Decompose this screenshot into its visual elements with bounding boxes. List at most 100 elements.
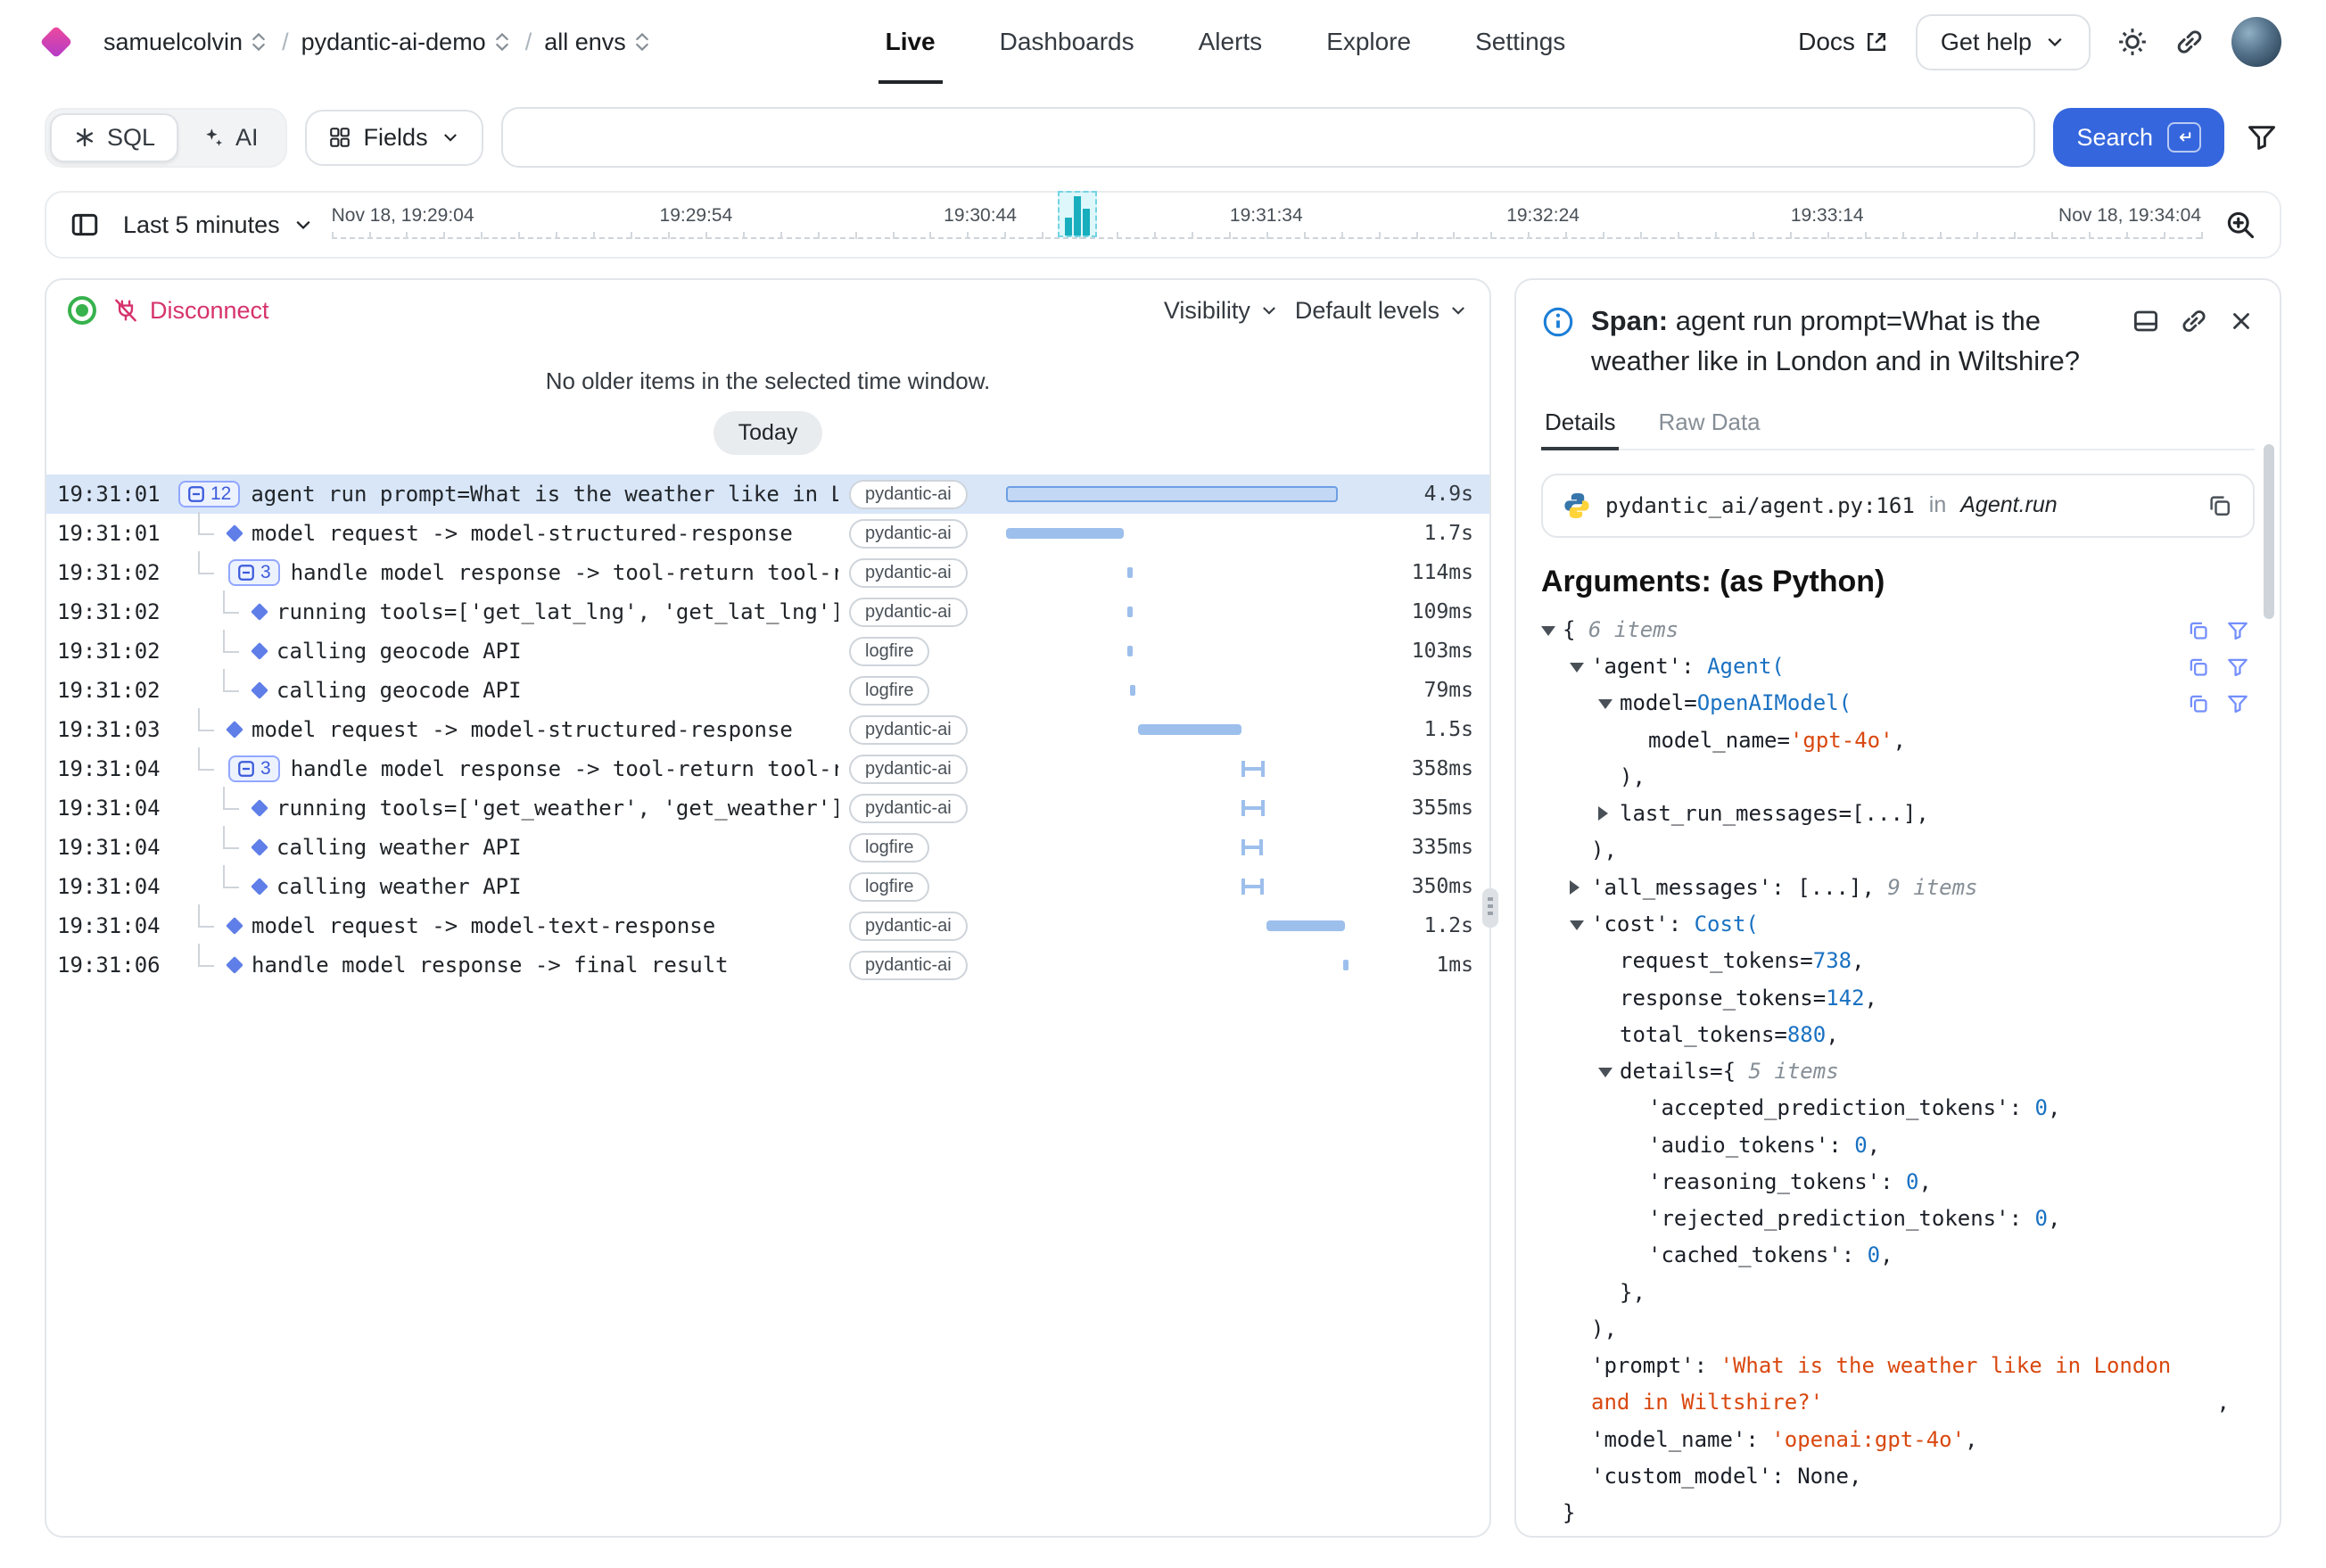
code-token: Agent( <box>1707 654 1785 679</box>
tab-explore[interactable]: Explore <box>1326 0 1411 84</box>
search-label: Search <box>2076 124 2153 152</box>
copy-link-icon[interactable] <box>2180 307 2208 335</box>
trace-row[interactable]: 19:31:04calling weather APIlogfire350ms <box>46 867 1489 906</box>
collapse-caret-icon[interactable] <box>1570 663 1584 673</box>
code-token: 'all_messages' <box>1591 875 1771 900</box>
docs-link[interactable]: Docs <box>1798 28 1889 56</box>
fields-button[interactable]: Fields <box>305 110 483 166</box>
breadcrumb-item-all-envs[interactable]: all envs <box>544 29 653 56</box>
code-token: { <box>1563 617 1575 642</box>
collapse-caret-icon[interactable] <box>1541 626 1555 636</box>
timeline-minor-tick <box>1266 232 1268 239</box>
expand-caret-icon[interactable] <box>1598 806 1608 821</box>
theme-sun-icon[interactable] <box>2117 27 2148 57</box>
code-token: , <box>2048 1206 2060 1231</box>
detail-tab-details[interactable]: Details <box>1541 398 1619 449</box>
enter-key-icon <box>2167 122 2201 153</box>
code-token: total_tokens= <box>1620 1022 1787 1047</box>
expand-collapse-badge[interactable]: 12 <box>178 481 240 508</box>
avatar[interactable] <box>2231 17 2281 67</box>
duration-bar <box>1006 486 1338 502</box>
zoom-in-icon[interactable] <box>2219 203 2262 246</box>
filter-icon[interactable] <box>2226 619 2249 642</box>
span-title: Span: agent run prompt=What is the weath… <box>1591 301 2116 382</box>
timeline-tick-label: Nov 18, 19:34:04 <box>2058 205 2201 227</box>
close-icon[interactable] <box>2228 307 2255 335</box>
source-file[interactable]: pydantic_ai/agent.py:161 <box>1605 493 1915 518</box>
collapse-caret-icon[interactable] <box>1570 920 1584 930</box>
trace-row[interactable]: 19:31:06handle model response -> final r… <box>46 945 1489 985</box>
trace-row[interactable]: 19:31:01model request -> model-structure… <box>46 514 1489 553</box>
timeline-minor-tick <box>481 232 483 239</box>
get-help-button[interactable]: Get help <box>1916 14 2091 70</box>
timeline-minor-tick <box>1304 232 1306 239</box>
collapse-caret-icon[interactable] <box>1598 1068 1613 1077</box>
duration-bar <box>1006 528 1124 539</box>
sql-mode-button[interactable]: SQL <box>50 113 178 162</box>
detail-tab-raw-data[interactable]: Raw Data <box>1654 398 1763 449</box>
expand-caret-icon[interactable] <box>1570 880 1580 895</box>
copy-icon[interactable] <box>2187 619 2210 642</box>
tab-settings[interactable]: Settings <box>1475 0 1565 84</box>
code-token: 0 <box>1854 1133 1867 1158</box>
filter-icon[interactable] <box>2226 656 2249 679</box>
collapse-caret-icon[interactable] <box>1598 699 1613 709</box>
empty-window-notice: No older items in the selected time wind… <box>46 367 1489 395</box>
code-token: model_name= <box>1648 728 1790 753</box>
copy-icon[interactable] <box>2187 656 2210 679</box>
copy-icon[interactable] <box>2206 492 2233 519</box>
time-range-select[interactable]: Last 5 minutes <box>123 211 314 239</box>
duration-bar <box>1127 607 1133 617</box>
duration-bar-track <box>1002 749 1359 788</box>
trace-row[interactable]: 19:31:023handle model response -> tool-r… <box>46 553 1489 592</box>
trace-row[interactable]: 19:31:04calling weather APIlogfire335ms <box>46 828 1489 867</box>
breadcrumb-item-pydantic-ai-demo[interactable]: pydantic-ai-demo <box>301 29 513 56</box>
trace-row[interactable]: 19:31:02calling geocode APIlogfire103ms <box>46 631 1489 671</box>
trace-row[interactable]: 19:31:04running tools=['get_weather', 'g… <box>46 788 1489 828</box>
trace-row[interactable]: 19:31:03model request -> model-structure… <box>46 710 1489 749</box>
panel-splitter-handle[interactable] <box>1482 888 1498 928</box>
timeline-minor-tick <box>2126 232 2128 239</box>
code-line: ), <box>1541 1311 2255 1348</box>
trace-row[interactable]: 19:31:02calling geocode APIlogfire79ms <box>46 671 1489 710</box>
trace-row[interactable]: 19:31:043handle model response -> tool-r… <box>46 749 1489 788</box>
filter-icon[interactable] <box>2226 692 2249 715</box>
time-range-label: Last 5 minutes <box>123 211 280 239</box>
logfire-logo-icon[interactable] <box>40 26 73 59</box>
share-link-icon[interactable] <box>2174 27 2205 57</box>
breadcrumb-item-samuelcolvin[interactable]: samuelcolvin <box>103 29 269 56</box>
trace-row[interactable]: 19:31:0112agent run prompt=What is the w… <box>46 475 1489 514</box>
search-button[interactable]: Search <box>2053 108 2224 167</box>
sidebar-toggle-icon[interactable] <box>64 204 105 245</box>
duration-bar-track <box>1002 788 1359 828</box>
tree-connector <box>198 944 214 967</box>
query-input[interactable] <box>501 107 2036 168</box>
visibility-dropdown[interactable]: Visibility <box>1164 297 1279 325</box>
default-levels-dropdown[interactable]: Default levels <box>1295 297 1468 325</box>
trace-row[interactable]: 19:31:02running tools=['get_lat_lng', 'g… <box>46 592 1489 631</box>
tab-live[interactable]: Live <box>886 0 936 84</box>
today-button[interactable]: Today <box>713 411 823 455</box>
copy-icon[interactable] <box>2187 692 2210 715</box>
filter-icon[interactable] <box>2242 118 2281 157</box>
span-diamond-icon <box>251 603 268 621</box>
duration-bar <box>1343 960 1349 970</box>
code-token: 'prompt' <box>1591 1353 1695 1378</box>
tab-dashboards[interactable]: Dashboards <box>1000 0 1134 84</box>
code-line: 'rejected_prediction_tokens': 0, <box>1541 1201 2255 1237</box>
fields-label: Fields <box>364 124 428 152</box>
trace-row[interactable]: 19:31:04model request -> model-text-resp… <box>46 906 1489 945</box>
timeline-histogram-selection[interactable] <box>1058 191 1097 237</box>
tree-connector <box>198 512 214 535</box>
ai-mode-button[interactable]: AI <box>178 113 282 162</box>
tab-alerts[interactable]: Alerts <box>1199 0 1263 84</box>
timeline[interactable]: Nov 18, 19:29:0419:29:5419:30:4419:31:34… <box>332 200 2201 250</box>
expand-collapse-badge[interactable]: 3 <box>228 559 280 586</box>
detail-scrollbar-thumb[interactable] <box>2264 444 2274 619</box>
timeline-minor-tick <box>893 232 895 239</box>
disconnect-button[interactable]: Disconnect <box>112 297 269 325</box>
expand-collapse-badge[interactable]: 3 <box>228 755 280 782</box>
python-icon <box>1563 491 1591 520</box>
dock-panel-icon[interactable] <box>2132 307 2160 335</box>
duration-bar-track <box>1002 631 1359 671</box>
